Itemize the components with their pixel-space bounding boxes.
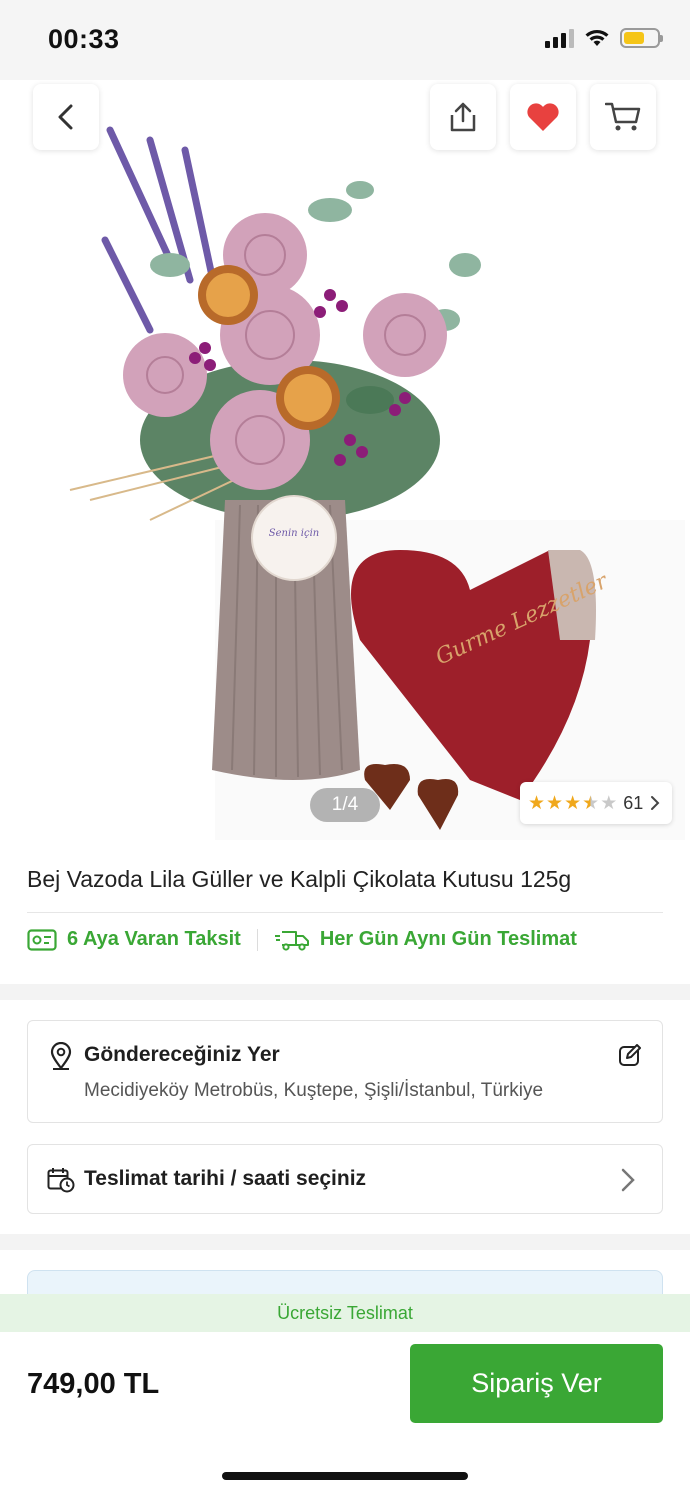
product-gallery[interactable]: Senin için Gurme Lezzetler 1/4 ★ ★ ★ ★ ★… (0, 80, 690, 840)
home-indicator (222, 1472, 468, 1480)
rating-summary[interactable]: ★ ★ ★ ★ ★ 61 (520, 782, 672, 824)
delivery-date-label: Teslimat tarihi / saati seçiniz (84, 1167, 367, 1190)
perks-row: 6 Aya Varan Taksit Her Gün Aynı Gün Tesl… (27, 928, 577, 951)
signal-icon (545, 28, 574, 48)
star-full-icon: ★ (528, 792, 546, 814)
address-text: Mecidiyeköy Metrobüs, Kuştepe, Şişli/İst… (84, 1080, 544, 1101)
product-title: Bej Vazoda Lila Güller ve Kalpli Çikolat… (27, 866, 572, 892)
cart-button[interactable] (590, 84, 656, 150)
price: 749,00 TL (27, 1368, 160, 1400)
perk-installment[interactable]: 6 Aya Varan Taksit (27, 928, 241, 951)
divider (27, 912, 663, 913)
chevron-right-icon (651, 796, 660, 810)
edit-icon[interactable] (618, 1043, 642, 1067)
heart-icon (527, 103, 559, 131)
order-button[interactable]: Sipariş Ver (410, 1344, 663, 1423)
perk-same-day-delivery[interactable]: Her Gün Aynı Gün Teslimat (274, 928, 577, 951)
address-title: Göndereceğiniz Yer (84, 1043, 280, 1066)
section-gap (0, 984, 690, 1000)
battery-icon (620, 28, 663, 48)
free-shipping-banner: Ücretsiz Teslimat (0, 1294, 690, 1332)
installment-icon (27, 928, 57, 951)
calendar-clock-icon (47, 1168, 75, 1193)
delivery-date-card[interactable]: Teslimat tarihi / saati seçiniz (27, 1144, 663, 1214)
star-half-icon: ★ (582, 792, 600, 814)
favorite-button[interactable] (510, 84, 576, 150)
address-card[interactable]: Göndereceğiniz Yer Mecidiyeköy Metrobüs,… (27, 1020, 663, 1123)
bottom-bar: 749,00 TL Sipariş Ver (0, 1332, 690, 1493)
svg-text:Senin için: Senin için (269, 528, 319, 539)
delivery-truck-icon (274, 930, 309, 951)
perk-delivery-label: Her Gün Aynı Gün Teslimat (319, 928, 577, 950)
product-image: Senin için Gurme Lezzetler (0, 80, 690, 840)
star-empty-icon: ★ (600, 792, 618, 814)
wifi-icon (585, 30, 609, 46)
perk-installment-label: 6 Aya Varan Taksit (67, 928, 241, 950)
perk-separator (256, 928, 258, 951)
share-button[interactable] (430, 84, 496, 150)
section-gap (0, 1234, 690, 1250)
star-full-icon: ★ (564, 792, 582, 814)
status-icons (545, 28, 663, 48)
back-button[interactable] (33, 84, 99, 150)
star-full-icon: ★ (546, 792, 564, 814)
share-icon (450, 102, 476, 132)
status-time: 00:33 (48, 24, 120, 54)
image-pager: 1/4 (310, 788, 380, 822)
chevron-left-icon (58, 104, 73, 130)
chevron-right-icon (621, 1168, 635, 1192)
location-pin-icon (50, 1042, 72, 1070)
status-bar: 00:33 (0, 0, 690, 80)
rating-count: 61 (623, 792, 644, 813)
cart-icon (605, 102, 641, 131)
rating-stars: ★ ★ ★ ★ ★ (528, 794, 617, 813)
